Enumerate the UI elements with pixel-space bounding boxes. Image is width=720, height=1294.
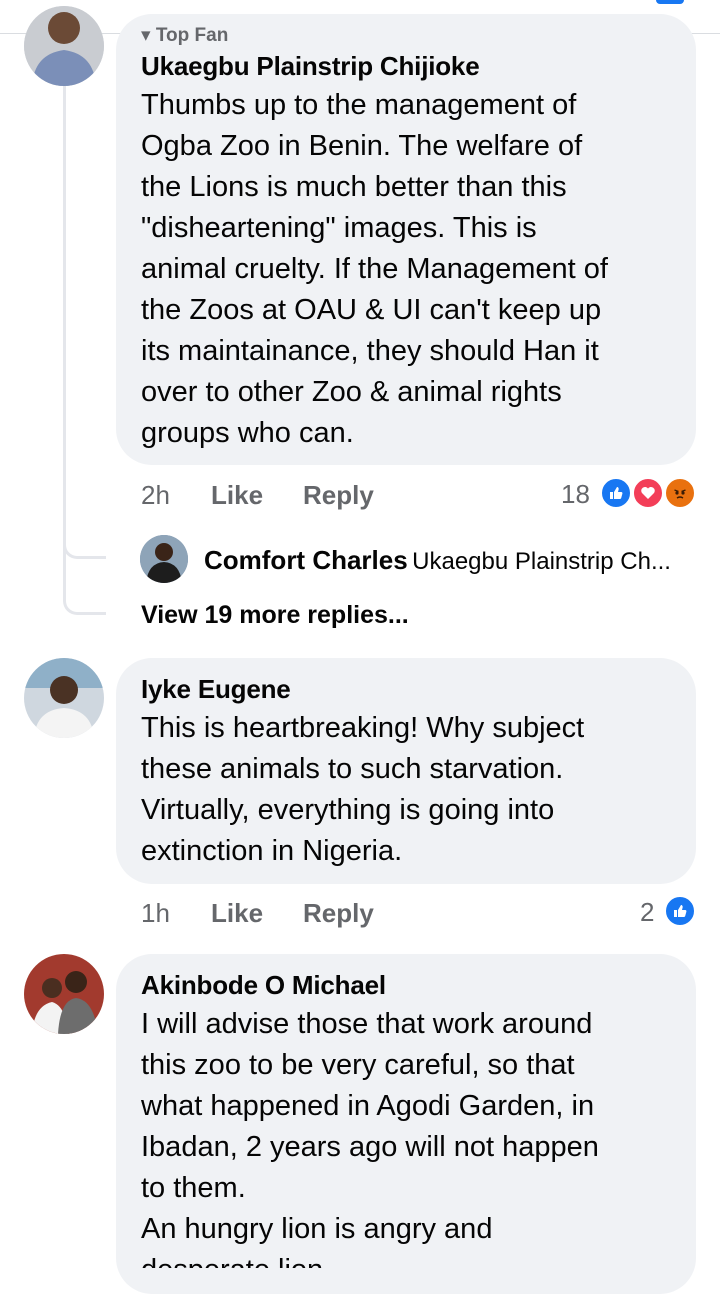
comment-time[interactable]: 2h	[141, 480, 170, 511]
comment-text: Thumbs up to the management of Ogba Zoo …	[141, 89, 608, 449]
comment-time[interactable]: 1h	[141, 898, 170, 929]
avatar-person-icon	[140, 535, 188, 583]
top-fan-icon: ▾	[141, 25, 156, 46]
comment-text: I will advise those that work around thi…	[141, 1008, 599, 1268]
commenter-name[interactable]: Akinbode O Michael	[141, 970, 386, 1001]
reply-button[interactable]: Reply	[303, 898, 374, 929]
avatar[interactable]	[24, 954, 104, 1034]
love-reaction-icon[interactable]	[632, 477, 664, 509]
reply-button[interactable]: Reply	[303, 480, 374, 511]
commenter-name[interactable]: Ukaegbu Plainstrip Chijioke	[141, 51, 480, 82]
reaction-count[interactable]: 18	[561, 479, 590, 510]
reply-avatar[interactable]	[140, 535, 188, 583]
avatar[interactable]	[24, 6, 104, 86]
avatar-couple-icon	[24, 954, 104, 1034]
avatar-person-icon	[24, 658, 104, 738]
like-button[interactable]: Like	[211, 480, 263, 511]
reply-author-name[interactable]: Comfort Charles	[204, 545, 408, 575]
avatar[interactable]	[24, 658, 104, 738]
like-button[interactable]: Like	[211, 898, 263, 929]
like-reaction-icon[interactable]	[600, 477, 632, 509]
view-more-replies-link[interactable]: View 19 more replies...	[141, 601, 409, 630]
reaction-count[interactable]: 2	[640, 897, 654, 928]
top-fan-badge: ▾ Top Fan	[141, 25, 229, 46]
top-action-icon[interactable]	[656, 0, 684, 4]
like-reaction-icon[interactable]	[664, 895, 696, 927]
reply-preview-text: Ukaegbu Plainstrip Ch...	[412, 548, 671, 575]
commenter-name[interactable]: Iyke Eugene	[141, 674, 291, 705]
reply-preview[interactable]: Comfort Charles Ukaegbu Plainstrip Ch...	[204, 545, 671, 576]
avatar-person-icon	[24, 6, 104, 86]
comment-text: This is heartbreaking! Why subject these…	[141, 712, 585, 867]
angry-reaction-icon[interactable]	[664, 477, 696, 509]
thread-connector	[63, 540, 106, 615]
